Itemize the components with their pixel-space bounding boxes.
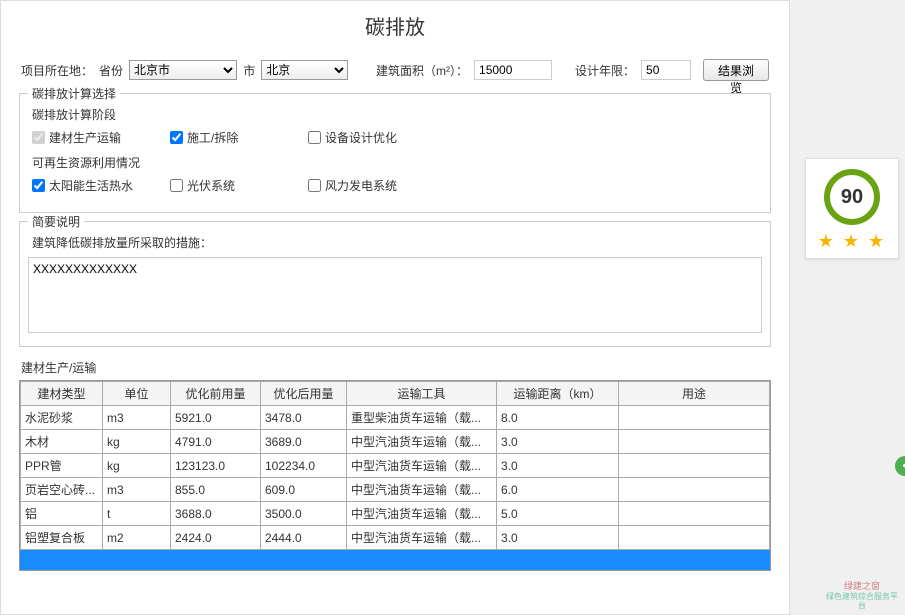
desc-textarea[interactable]: XXXXXXXXXXXXX	[28, 257, 762, 333]
calc-groupbox: 碳排放计算选择 碳排放计算阶段 建材生产运输 施工/拆除 设备设计优化 可再生资…	[19, 93, 771, 213]
brief-groupbox: 简要说明 建筑降低碳排放量所采取的措施： XXXXXXXXXXXXX	[19, 221, 771, 347]
table-header-row: 建材类型 单位 优化前用量 优化后用量 运输工具 运输距离（km） 用途	[21, 382, 770, 406]
calc-legend: 碳排放计算选择	[28, 85, 120, 102]
renew-label: 可再生资源利用情况	[32, 154, 762, 171]
renew-check-0[interactable]: 太阳能生活热水	[32, 177, 152, 194]
table-row[interactable]: PPR管kg123123.0102234.0中型汽油货车运输（载...3.0	[21, 454, 770, 478]
score-value: 90	[841, 186, 863, 209]
renew-check-1[interactable]: 光伏系统	[170, 177, 290, 194]
renew-checkbox-0[interactable]	[32, 179, 45, 192]
table-row[interactable]: 水泥砂浆m35921.03478.0重型柴油货车运输（载...8.0	[21, 406, 770, 430]
table-row[interactable]: 木材kg4791.03689.0中型汽油货车运输（载...3.0	[21, 430, 770, 454]
materials-table[interactable]: 建材类型 单位 优化前用量 优化后用量 运输工具 运输距离（km） 用途 水泥砂…	[20, 381, 770, 570]
desc-label: 建筑降低碳排放量所采取的措施：	[32, 234, 762, 251]
page-title: 碳排放	[1, 1, 789, 55]
location-row: 项目所在地： 省份 北京市 市 北京 建筑面积（m²）： 设计年限： 结果浏览	[1, 55, 789, 89]
renew-options: 太阳能生活热水 光伏系统 风力发电系统	[28, 177, 762, 194]
table-row[interactable]: 铝t3688.03500.0中型汽油货车运输（载...5.0	[21, 502, 770, 526]
score-stars: ★ ★ ★	[806, 231, 898, 252]
table-row[interactable]: 铝塑复合板m22424.02444.0中型汽油货车运输（载...3.0	[21, 526, 770, 550]
table-row[interactable]: 页岩空心砖...m3855.0609.0中型汽油货车运输（载...6.0	[21, 478, 770, 502]
renew-check-2[interactable]: 风力发电系统	[308, 177, 428, 194]
stage-checkbox-2[interactable]	[308, 131, 321, 144]
stage-check-1[interactable]: 施工/拆除	[170, 129, 290, 146]
score-circle: 90	[824, 169, 880, 225]
brief-legend: 简要说明	[28, 213, 84, 230]
area-label: 建筑面积（m²）：	[376, 62, 468, 79]
stage-label: 碳排放计算阶段	[32, 106, 762, 123]
stage-check-2[interactable]: 设备设计优化	[308, 129, 428, 146]
years-input[interactable]	[641, 60, 691, 80]
city-label: 市	[243, 62, 255, 79]
materials-label: 建材生产/运输	[1, 355, 789, 380]
city-select[interactable]: 北京	[261, 60, 347, 80]
main-panel: 碳排放 项目所在地： 省份 北京市 市 北京 建筑面积（m²）： 设计年限： 结…	[0, 0, 790, 615]
area-input[interactable]	[474, 60, 552, 80]
materials-table-wrap: 建材类型 单位 优化前用量 优化后用量 运输工具 运输距离（km） 用途 水泥砂…	[19, 380, 771, 571]
browse-button[interactable]: 结果浏览	[703, 59, 769, 81]
renew-checkbox-1[interactable]	[170, 179, 183, 192]
province-label: 省份	[99, 62, 123, 79]
score-badge: 90 ★ ★ ★	[805, 158, 899, 259]
stage-checkbox-0[interactable]	[32, 131, 45, 144]
watermark-stamp: 绿建之窗 绿色建筑综合服务平台	[823, 581, 901, 611]
stage-checkbox-1[interactable]	[170, 131, 183, 144]
renew-checkbox-2[interactable]	[308, 179, 321, 192]
table-row-selected[interactable]	[21, 550, 770, 570]
years-label: 设计年限：	[575, 62, 635, 79]
stage-options: 建材生产运输 施工/拆除 设备设计优化	[28, 129, 762, 146]
province-select[interactable]: 北京市	[129, 60, 237, 80]
help-icon[interactable]: •	[895, 456, 905, 476]
stage-check-0[interactable]: 建材生产运输	[32, 129, 152, 146]
location-label: 项目所在地：	[21, 62, 93, 79]
